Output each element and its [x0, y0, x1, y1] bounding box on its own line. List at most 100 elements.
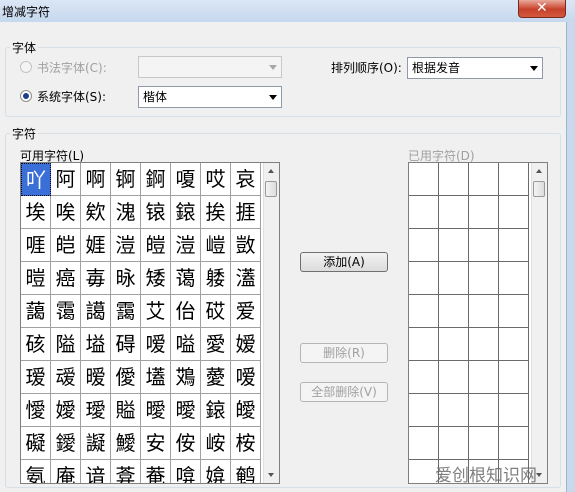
- char-cell[interactable]: 薆: [201, 361, 231, 394]
- char-cell[interactable]: 錒: [141, 163, 171, 196]
- char-cell[interactable]: 僾: [111, 361, 141, 394]
- char-cell[interactable]: 藹: [21, 295, 51, 328]
- char-cell[interactable]: 懓: [21, 394, 51, 427]
- used-char-cell[interactable]: [439, 229, 469, 262]
- scroll-thumb[interactable]: [265, 181, 277, 197]
- available-scrollbar[interactable]: [263, 163, 279, 483]
- char-cell[interactable]: 啊: [81, 163, 111, 196]
- char-cell[interactable]: 侒: [171, 427, 201, 460]
- used-char-cell[interactable]: [469, 427, 499, 460]
- char-cell[interactable]: 鱫: [111, 427, 141, 460]
- char-cell[interactable]: 谙: [81, 460, 111, 483]
- char-cell[interactable]: 唉: [51, 196, 81, 229]
- char-cell[interactable]: 暟: [21, 262, 51, 295]
- used-char-cell[interactable]: [469, 262, 499, 295]
- char-cell[interactable]: 啽: [171, 460, 201, 483]
- char-cell[interactable]: 葊: [111, 460, 141, 483]
- char-cell[interactable]: 叆: [51, 361, 81, 394]
- char-cell[interactable]: 哀: [231, 163, 261, 196]
- char-cell[interactable]: 壒: [141, 361, 171, 394]
- used-char-cell[interactable]: [499, 163, 529, 196]
- used-char-cell[interactable]: [499, 229, 529, 262]
- char-cell[interactable]: 鑀: [51, 427, 81, 460]
- used-char-cell[interactable]: [409, 262, 439, 295]
- char-cell[interactable]: 佁: [171, 295, 201, 328]
- char-cell[interactable]: 溰: [171, 229, 201, 262]
- char-cell[interactable]: 庵: [51, 460, 81, 483]
- used-char-cell[interactable]: [499, 361, 529, 394]
- char-cell[interactable]: 媕: [201, 460, 231, 483]
- char-cell[interactable]: 吖: [21, 163, 51, 196]
- char-cell[interactable]: 皚: [141, 229, 171, 262]
- used-char-cell[interactable]: [499, 196, 529, 229]
- used-char-cell[interactable]: [409, 196, 439, 229]
- char-cell[interactable]: 碍: [111, 328, 141, 361]
- char-cell[interactable]: 皑: [51, 229, 81, 262]
- char-cell[interactable]: 嗄: [171, 163, 201, 196]
- char-cell[interactable]: 璦: [81, 394, 111, 427]
- delete-button[interactable]: 删除(R): [300, 343, 388, 363]
- calligraphy-font-select[interactable]: [138, 56, 282, 78]
- char-cell[interactable]: 氨: [21, 460, 51, 483]
- system-font-radio[interactable]: [20, 90, 32, 102]
- char-cell[interactable]: 曖: [141, 394, 171, 427]
- char-cell[interactable]: 靄: [111, 295, 141, 328]
- char-cell[interactable]: 譺: [81, 427, 111, 460]
- used-char-cell[interactable]: [499, 262, 529, 295]
- char-cell[interactable]: 嬡: [51, 394, 81, 427]
- char-cell[interactable]: 挨: [201, 196, 231, 229]
- used-scrollbar[interactable]: [531, 163, 547, 483]
- calligraphy-font-radio[interactable]: [20, 61, 32, 73]
- used-char-cell[interactable]: [439, 163, 469, 196]
- char-cell[interactable]: 溾: [111, 196, 141, 229]
- used-chars-grid[interactable]: [408, 162, 548, 484]
- char-cell[interactable]: 嵦: [201, 229, 231, 262]
- scroll-up-button[interactable]: [264, 163, 279, 179]
- char-cell[interactable]: 欸: [81, 196, 111, 229]
- scroll-down-button[interactable]: [264, 467, 279, 483]
- used-char-cell[interactable]: [469, 196, 499, 229]
- char-cell[interactable]: 矮: [141, 262, 171, 295]
- char-cell[interactable]: 硋: [21, 328, 51, 361]
- used-char-cell[interactable]: [469, 163, 499, 196]
- char-cell[interactable]: 曖: [171, 394, 201, 427]
- char-cell[interactable]: 暧: [81, 361, 111, 394]
- used-char-cell[interactable]: [439, 328, 469, 361]
- char-cell[interactable]: 锕: [111, 163, 141, 196]
- used-char-cell[interactable]: [439, 295, 469, 328]
- char-cell[interactable]: 賹: [111, 394, 141, 427]
- used-char-cell[interactable]: [409, 394, 439, 427]
- used-char-cell[interactable]: [469, 394, 499, 427]
- char-cell[interactable]: 捱: [231, 196, 261, 229]
- char-cell[interactable]: 躷: [201, 262, 231, 295]
- char-cell[interactable]: 嫒: [231, 328, 261, 361]
- char-cell[interactable]: 安: [141, 427, 171, 460]
- char-cell[interactable]: 霭: [51, 295, 81, 328]
- sort-order-select[interactable]: 根据发音: [407, 57, 543, 79]
- used-char-cell[interactable]: [439, 196, 469, 229]
- char-cell[interactable]: 砹: [201, 295, 231, 328]
- used-char-cell[interactable]: [409, 361, 439, 394]
- used-char-cell[interactable]: [409, 328, 439, 361]
- char-cell[interactable]: 鴱: [171, 361, 201, 394]
- char-cell[interactable]: 溰: [111, 229, 141, 262]
- scroll-thumb[interactable]: [533, 181, 545, 197]
- char-cell[interactable]: 鎄: [171, 196, 201, 229]
- char-cell[interactable]: 菴: [141, 460, 171, 483]
- used-char-cell[interactable]: [499, 394, 529, 427]
- used-char-cell[interactable]: [409, 229, 439, 262]
- char-cell[interactable]: 毐: [81, 262, 111, 295]
- char-cell[interactable]: 蔼: [171, 262, 201, 295]
- char-cell[interactable]: 嗳: [141, 328, 171, 361]
- used-char-cell[interactable]: [409, 295, 439, 328]
- char-cell[interactable]: 鹌: [231, 460, 261, 483]
- char-cell[interactable]: 啀: [21, 229, 51, 262]
- char-cell[interactable]: 癌: [51, 262, 81, 295]
- used-char-cell[interactable]: [499, 328, 529, 361]
- char-cell[interactable]: 隘: [51, 328, 81, 361]
- used-char-cell[interactable]: [499, 295, 529, 328]
- char-cell[interactable]: 嗳: [231, 361, 261, 394]
- used-char-cell[interactable]: [439, 394, 469, 427]
- delete-all-button[interactable]: 全部删除(V): [300, 382, 388, 402]
- char-cell[interactable]: 峖: [201, 427, 231, 460]
